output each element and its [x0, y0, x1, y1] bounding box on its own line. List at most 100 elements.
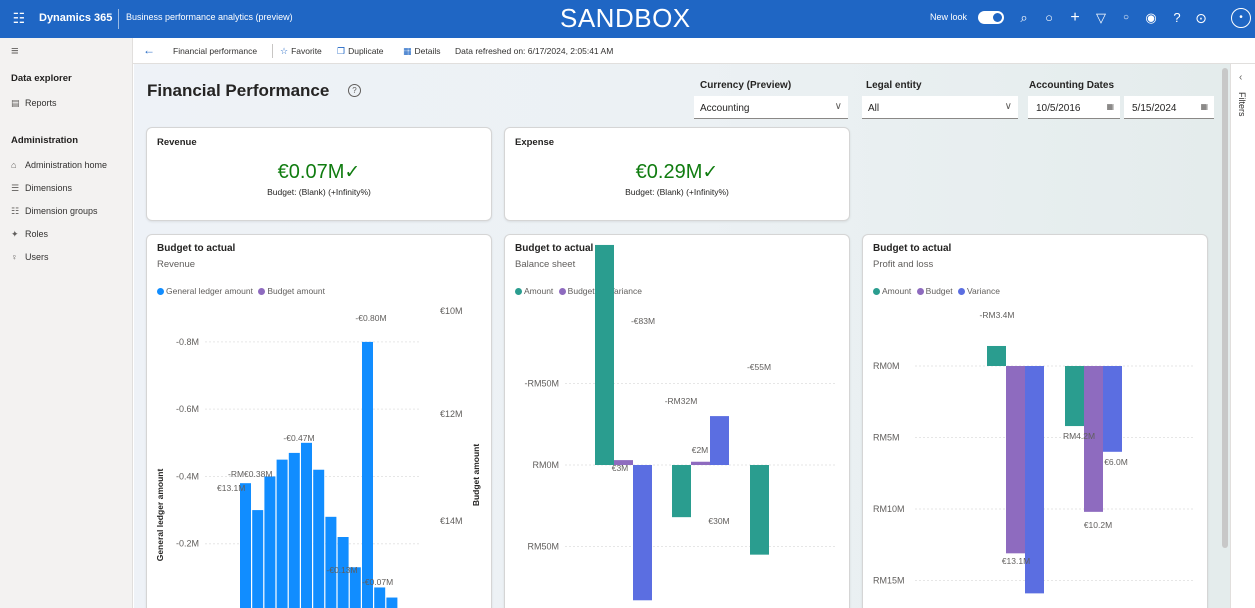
- bar: [1006, 366, 1025, 554]
- star-icon: ☆: [280, 46, 289, 56]
- help-question-icon[interactable]: ?: [1168, 9, 1186, 27]
- kpi-label: Expense: [515, 137, 555, 148]
- data-label: €10.2M: [1084, 520, 1112, 530]
- kpi-label: Revenue: [157, 137, 197, 148]
- filters-label[interactable]: Filters: [1237, 92, 1247, 117]
- y2-tick-label: €12M: [440, 409, 463, 419]
- calendar-icon[interactable]: ▦: [1106, 102, 1114, 111]
- bar: [252, 510, 264, 608]
- legal-entity-value: All: [868, 103, 880, 114]
- search-icon[interactable]: ⌕: [1015, 9, 1033, 27]
- lightbulb-icon[interactable]: ○: [1040, 9, 1058, 27]
- nav-item-administration-home[interactable]: ⌂ Administration home: [11, 160, 107, 170]
- report-scrollbar[interactable]: [1222, 68, 1228, 548]
- checkmark-icon: ✓: [702, 162, 719, 183]
- y-axis-label: General ledger amount: [155, 469, 165, 562]
- favorite-button[interactable]: ☆ Favorite: [280, 46, 322, 57]
- top-bar: ☷ Dynamics 365 Business performance anal…: [0, 0, 1255, 38]
- y2-axis-label: Budget amount: [471, 444, 481, 506]
- home-icon: ⌂: [11, 160, 17, 170]
- bar: [374, 587, 386, 608]
- hamburger-menu-icon[interactable]: ≡: [11, 43, 19, 58]
- details-label: Details: [414, 46, 441, 56]
- collapse-filters-icon[interactable]: ‹: [1239, 72, 1242, 83]
- y-tick-label: RM0M: [533, 460, 560, 470]
- bar: [264, 476, 276, 608]
- data-label: €13.1M: [1002, 556, 1030, 566]
- app-name[interactable]: Dynamics 365: [39, 12, 112, 24]
- nav-item-reports[interactable]: ▤ Reports: [11, 98, 57, 109]
- currency-dropdown[interactable]: Accounting ∨: [694, 96, 848, 119]
- bar: [633, 465, 652, 601]
- end-date-input[interactable]: 5/15/2024 ▦: [1124, 96, 1214, 119]
- nav-item-label: Administration home: [25, 160, 108, 170]
- dimensions-icon: ☰: [11, 183, 20, 193]
- start-date-value: 10/5/2016: [1036, 103, 1081, 114]
- legal-entity-dropdown[interactable]: All ∨: [862, 96, 1018, 119]
- revenue-chart: -0.8M -0.6M -0.4M -0.2M €10M €12M €14M General …: [155, 306, 481, 608]
- data-label: -€0.07M: [362, 577, 393, 587]
- duplicate-button[interactable]: ❐ Duplicate: [337, 46, 384, 57]
- nav-heading-data-explorer: Data explorer: [11, 73, 72, 84]
- kpi-card-revenue[interactable]: Revenue €0.07M✓ Budget: (Blank) (+Infini…: [146, 127, 492, 221]
- info-icon[interactable]: ?: [348, 84, 361, 97]
- breadcrumb-report-name[interactable]: Financial performance: [173, 46, 257, 56]
- data-label: RM4.2M: [1063, 431, 1095, 441]
- start-date-input[interactable]: 10/5/2016 ▦: [1028, 96, 1120, 119]
- dimension-groups-icon: ☷: [11, 206, 20, 216]
- kpi-budget: Budget: (Blank) (+Infinity%): [267, 187, 371, 197]
- data-label: -RM32M: [665, 396, 698, 406]
- nav-item-label: Reports: [25, 98, 57, 108]
- nav-item-dimensions[interactable]: ☰ Dimensions: [11, 183, 72, 194]
- new-look-label: New look: [930, 12, 968, 22]
- nav-item-roles[interactable]: ✦ Roles: [11, 229, 48, 240]
- data-label: -RM€0.38M: [228, 469, 272, 479]
- avatar[interactable]: •: [1231, 8, 1251, 28]
- data-label: €30M: [708, 516, 729, 526]
- kpi-value: €0.29M✓: [505, 161, 849, 184]
- currency-value: Accounting: [700, 103, 750, 114]
- details-button[interactable]: ▦ Details: [403, 46, 441, 57]
- environment-banner: SANDBOX: [560, 3, 691, 33]
- bar: [691, 461, 710, 465]
- chart-card-profit-loss[interactable]: Budget to actual Profit and loss Amount …: [862, 234, 1208, 608]
- nav-heading-administration: Administration: [11, 135, 79, 146]
- y2-tick-label: €10M: [440, 306, 463, 316]
- data-label: -€0.13M: [326, 565, 357, 575]
- copy-icon: ❐: [337, 46, 346, 56]
- data-label: €6.0M: [1104, 457, 1128, 467]
- y-tick-label: RM0M: [873, 361, 900, 371]
- command-bar-divider: [272, 44, 273, 58]
- users-icon: ♀: [11, 252, 18, 262]
- currency-slicer-label: Currency (Preview): [700, 80, 792, 91]
- y-tick-label: RM50M: [527, 542, 559, 552]
- new-look-toggle[interactable]: [978, 11, 1004, 24]
- data-label: -€83M: [631, 316, 655, 326]
- back-arrow-icon[interactable]: ←: [143, 43, 155, 57]
- topbar-divider: [118, 9, 119, 29]
- bell-icon[interactable]: ○: [1117, 9, 1135, 27]
- chart-card-revenue[interactable]: Budget to actual Revenue General ledger …: [146, 234, 492, 608]
- bar: [288, 452, 300, 608]
- nav-item-label: Dimensions: [25, 183, 73, 193]
- y-tick-label: -RM50M: [524, 379, 559, 389]
- page-title: Financial Performance: [147, 81, 330, 100]
- filters-pane[interactable]: ‹ Filters: [1230, 64, 1255, 608]
- kpi-card-expense[interactable]: Expense €0.29M✓ Budget: (Blank) (+Infini…: [504, 127, 850, 221]
- app-launcher-icon[interactable]: ☷: [11, 10, 27, 26]
- bar: [240, 483, 251, 608]
- calendar-icon[interactable]: ▦: [1200, 102, 1208, 111]
- chart-card-balance-sheet[interactable]: Budget to actual Balance sheet Amount Bu…: [504, 234, 850, 608]
- profit-loss-chart: RM0M RM5M RM10M RM15M -RM3.4M RM4.2M €6.0M €10.…: [873, 310, 1193, 594]
- checkmark-icon: ✓: [344, 162, 361, 183]
- accounting-dates-label: Accounting Dates: [1029, 80, 1115, 91]
- copilot-icon[interactable]: ⊙: [1192, 9, 1210, 27]
- details-icon: ▦: [403, 46, 412, 56]
- module-name[interactable]: Business performance analytics (preview): [126, 12, 293, 22]
- filter-icon[interactable]: ▽: [1092, 9, 1110, 27]
- nav-item-dimension-groups[interactable]: ☷ Dimension groups: [11, 206, 98, 217]
- nav-item-users[interactable]: ♀ Users: [11, 252, 49, 262]
- y-tick-label: -0.2M: [176, 539, 199, 549]
- add-icon[interactable]: +: [1066, 9, 1084, 27]
- settings-icon[interactable]: ◉: [1142, 9, 1160, 27]
